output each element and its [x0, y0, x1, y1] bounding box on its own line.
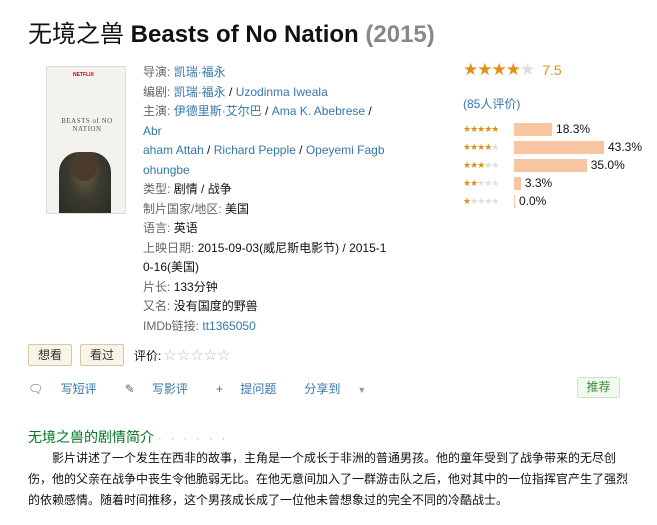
page-title: 无境之兽 Beasts of No Nation (2015) — [28, 14, 435, 49]
writer-link-1[interactable]: 凯瑞·福永 — [174, 85, 226, 99]
release-label: 上映日期: — [143, 240, 195, 255]
writer-label: 编剧: — [143, 84, 171, 99]
rating-panel: ★★★★★ 7.5 (85人评价) ★★★★★ 18.3% ★★★★★ 43.3% ★★… — [463, 58, 648, 210]
write-short-review-link[interactable]: 🗨 写短评 — [28, 380, 111, 397]
imdb-label: IMDb链接: — [143, 318, 200, 333]
rating-bar — [514, 122, 553, 136]
rating-row-2: ★★★★★ 3.3% — [463, 174, 648, 192]
rating-row-3: ★★★★★ 35.0% — [463, 156, 648, 174]
runtime-label: 片长: — [143, 279, 171, 294]
share-label: 分享到 — [304, 382, 341, 396]
ask-question-link[interactable]: + 提问题 — [216, 380, 290, 397]
rating-breakdown: ★★★★★ 18.3% ★★★★★ 43.3% ★★★★★ 35.0% ★★★★★ 3.3% ★… — [463, 120, 648, 210]
cast-link-5-cont[interactable]: ohungbe — [143, 163, 190, 177]
rating-bar — [514, 158, 587, 172]
pen-icon: ✎ — [124, 382, 135, 396]
title-chinese: 无境之兽 — [28, 20, 124, 48]
rating-percent: 0.0% — [519, 194, 547, 208]
cast-link-3[interactable]: Abr — [143, 124, 162, 138]
action-bar: 想看 看过 评价: ☆☆☆☆☆ — [28, 344, 231, 366]
synopsis-heading-text: 无境之兽的剧情简介 — [28, 429, 154, 445]
share-dropdown[interactable]: 分享到 ▼ — [304, 380, 380, 397]
rating-row-stars-icon: ★★★★★ — [463, 159, 499, 170]
rating-row-stars-icon: ★★★★★ — [463, 195, 499, 206]
short-review-label: 写短评 — [60, 382, 97, 396]
rating-bar — [514, 194, 515, 208]
imdb-link[interactable]: tt1365050 — [202, 319, 255, 333]
rating-stars-icon: ★★★★★ — [463, 60, 535, 79]
director-link[interactable]: 凯瑞·福永 — [174, 65, 226, 79]
country-value: 美国 — [225, 201, 250, 216]
synopsis-heading: 无境之兽的剧情简介 · · · · · · — [28, 427, 228, 447]
rate-stars-input[interactable]: ☆☆☆☆☆ — [163, 346, 230, 364]
rating-score: 7.5 — [542, 62, 562, 78]
cast-link-2[interactable]: Ama K. Abebrese — [272, 104, 365, 118]
rating-row-4: ★★★★★ 43.3% — [463, 138, 648, 156]
dropdown-arrow-icon: ▼ — [357, 385, 367, 395]
plus-icon: + — [216, 382, 224, 396]
seen-button[interactable]: 看过 — [80, 344, 125, 366]
rating-bar — [514, 140, 604, 154]
poster-film-title: BEASTS of NO NATION — [61, 117, 113, 133]
director-label: 导演: — [143, 65, 171, 79]
title-year: (2015) — [365, 21, 435, 48]
rating-row-1: ★★★★★ 0.0% — [463, 192, 648, 210]
release-value-cont: 0-16(美国) — [143, 260, 200, 274]
write-review-link[interactable]: ✎ 写影评 — [125, 380, 202, 397]
language-value: 英语 — [173, 221, 198, 235]
aka-value: 没有国度的野兽 — [173, 299, 258, 313]
movie-poster[interactable]: NETFLIX BEASTS of NO NATION — [46, 66, 126, 214]
poster-brand: NETFLIX — [73, 72, 94, 78]
want-to-see-button[interactable]: 想看 — [28, 344, 73, 366]
cast-link-4[interactable]: Richard Pepple — [214, 143, 296, 157]
rating-row-stars-icon: ★★★★★ — [463, 141, 499, 152]
rating-bar — [514, 176, 521, 190]
country-label: 制片国家/地区: — [143, 201, 222, 216]
rating-row-stars-icon: ★★★★★ — [463, 177, 499, 188]
movie-info: 导演: 凯瑞·福永 编剧: 凯瑞·福永 / Uzodinma Iweala 主演… — [143, 65, 387, 333]
tools-bar: 🗨 写短评 ✎ 写影评 + 提问题 分享到 ▼ — [28, 380, 394, 397]
comment-icon: 🗨 — [28, 382, 44, 396]
rating-row-stars-icon: ★★★★★ — [463, 123, 499, 134]
rating-percent: 43.3% — [608, 140, 643, 154]
release-value: 2015-09-03(威尼斯电影节) / 2015-1 — [197, 240, 387, 255]
writer-link-2[interactable]: Uzodinma Iweala — [236, 85, 328, 99]
aka-label: 又名: — [143, 299, 171, 313]
review-label: 写影评 — [152, 382, 189, 396]
genre-label: 类型: — [143, 182, 171, 196]
cast-link-3-cont[interactable]: aham Attah — [143, 143, 204, 157]
rating-row-5: ★★★★★ 18.3% — [463, 120, 648, 138]
genre-value: 剧情 / 战争 — [173, 182, 232, 196]
rating-percent: 18.3% — [556, 122, 591, 136]
cast-label: 主演: — [143, 104, 171, 118]
recommend-button[interactable]: 推荐 — [577, 377, 620, 398]
synopsis-text: 影片讲述了一个发生在西非的故事，主角是一个成长于非洲的普通男孩。他的童年受到了战… — [28, 451, 629, 507]
cast-link-5[interactable]: Opeyemi Fagb — [306, 143, 385, 157]
question-label: 提问题 — [240, 382, 277, 396]
runtime-value: 133分钟 — [173, 279, 218, 294]
language-label: 语言: — [143, 221, 171, 235]
cast-link-1[interactable]: 伊德里斯·艾尔巴 — [174, 104, 262, 118]
rating-percent: 3.3% — [524, 176, 553, 190]
rating-percent: 35.0% — [590, 158, 625, 172]
synopsis-heading-dots: · · · · · · — [158, 433, 229, 445]
title-english: Beasts of No Nation — [130, 21, 359, 48]
rate-label: 评价: — [134, 348, 162, 363]
rating-votes-link[interactable]: (85人评价) — [463, 95, 648, 112]
poster-head — [71, 153, 97, 181]
